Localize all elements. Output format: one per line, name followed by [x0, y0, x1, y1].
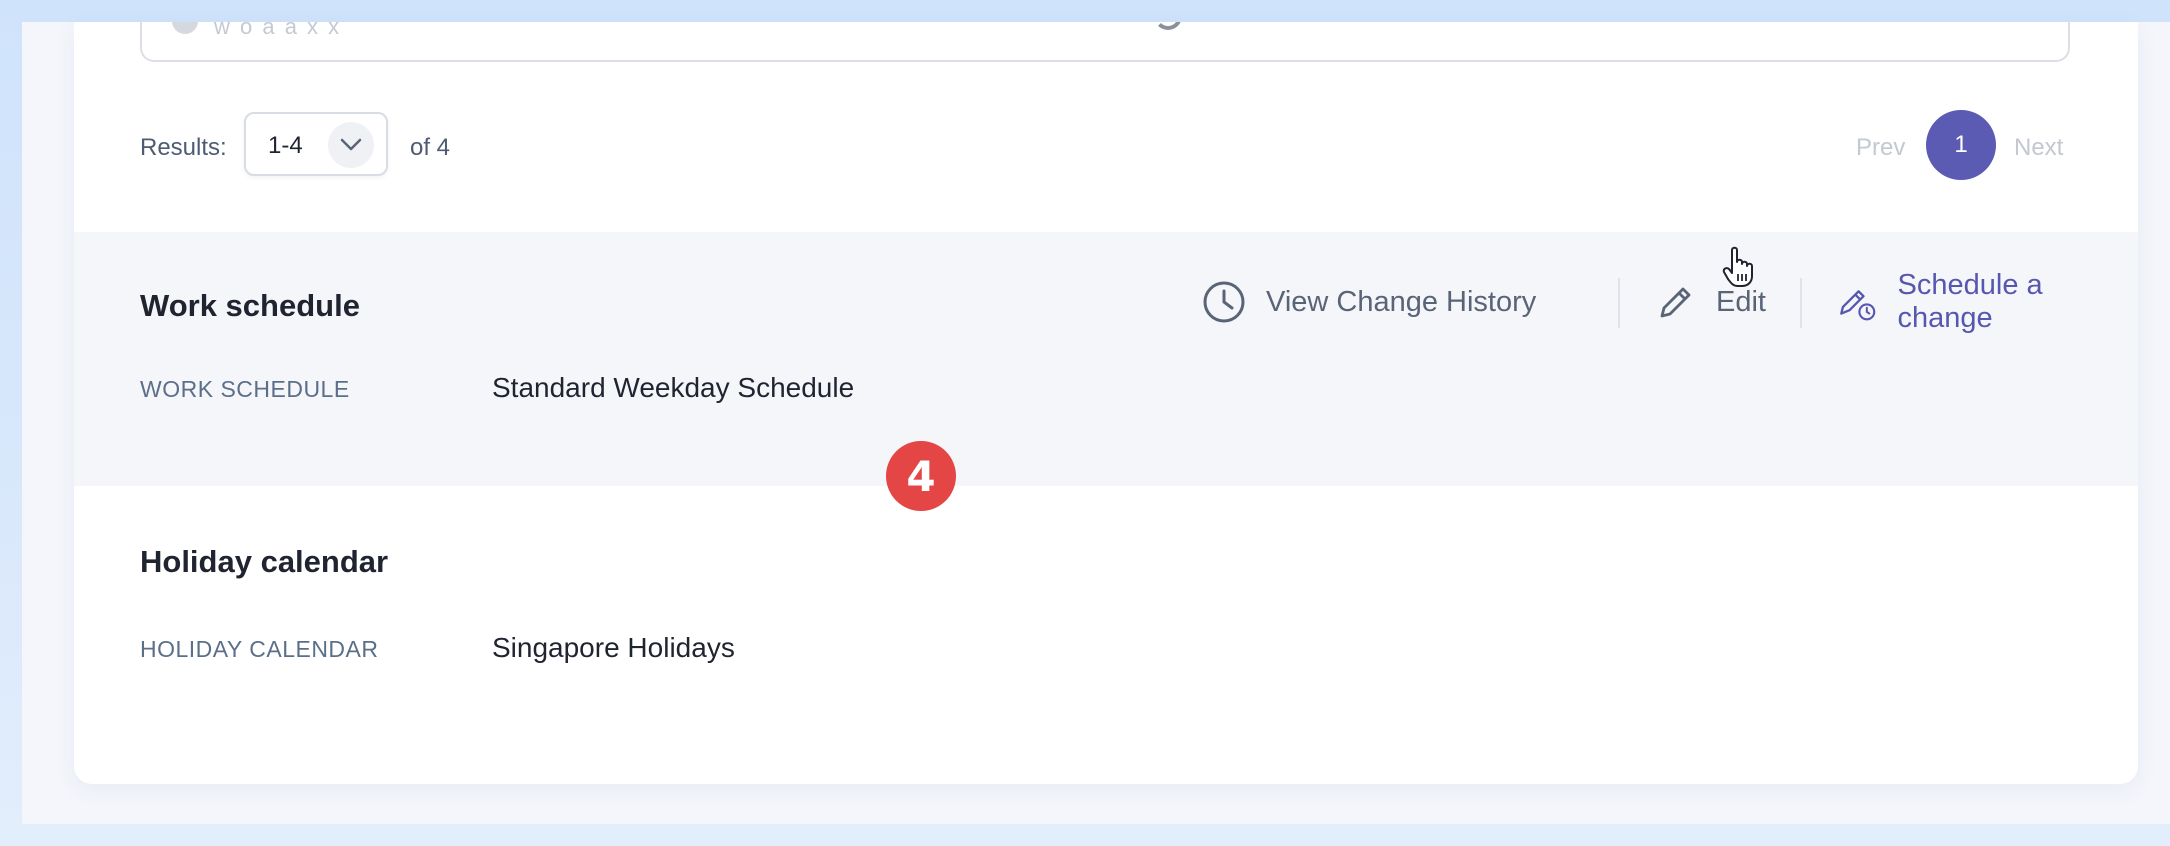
content-card: w o a a x x Results: 1-4 of 4 Prev 1 Nex… [74, 22, 2138, 784]
results-range-select[interactable]: 1-4 [244, 112, 388, 176]
results-label: Results: [140, 134, 227, 161]
chevron-down-icon[interactable] [328, 122, 374, 168]
loading-icon [1154, 22, 1182, 30]
action-divider [1800, 278, 1802, 328]
edit-label: Edit [1716, 285, 1766, 318]
page-1-button[interactable]: 1 [1926, 110, 1996, 180]
holiday-calendar-title: Holiday calendar [140, 544, 389, 579]
action-divider [1618, 278, 1620, 328]
pencil-clock-icon [1840, 290, 1876, 321]
prev-page-button[interactable]: Prev [1856, 134, 1905, 162]
page-frame: w o a a x x Results: 1-4 of 4 Prev 1 Nex… [22, 22, 2170, 824]
schedule-change-label: Schedule a change [1897, 269, 2043, 334]
radio-icon[interactable] [172, 22, 198, 34]
results-range-value: 1-4 [268, 132, 303, 159]
pencil-icon [1660, 287, 1691, 318]
work-schedule-field-label: WORK SCHEDULE [140, 376, 350, 402]
partial-row-text: w o a a x x [214, 22, 342, 39]
work-schedule-field-value: Standard Weekday Schedule [492, 372, 855, 403]
holiday-calendar-field-value: Singapore Holidays [492, 632, 735, 663]
clock-icon [1203, 281, 1245, 323]
schedule-change-button[interactable]: Schedule a change [1838, 269, 2102, 334]
view-change-history-button[interactable]: View Change History [1202, 274, 1536, 330]
view-change-history-label: View Change History [1266, 285, 1537, 318]
results-total-label: of 4 [410, 134, 451, 161]
next-page-button[interactable]: Next [2014, 134, 2063, 162]
work-schedule-section: Work schedule View Change History Edit S… [74, 232, 2138, 486]
hand-cursor-icon [1722, 246, 1753, 287]
work-schedule-actions: View Change History Edit Schedule a chan… [1202, 269, 2102, 334]
holiday-calendar-field-label: HOLIDAY CALENDAR [140, 636, 379, 662]
pagination-bar: Results: 1-4 of 4 Prev 1 Next [74, 110, 2138, 182]
work-schedule-title: Work schedule [140, 288, 360, 323]
step-number-badge: 4 [886, 441, 956, 511]
previous-list-container: w o a a x x [140, 22, 2070, 62]
